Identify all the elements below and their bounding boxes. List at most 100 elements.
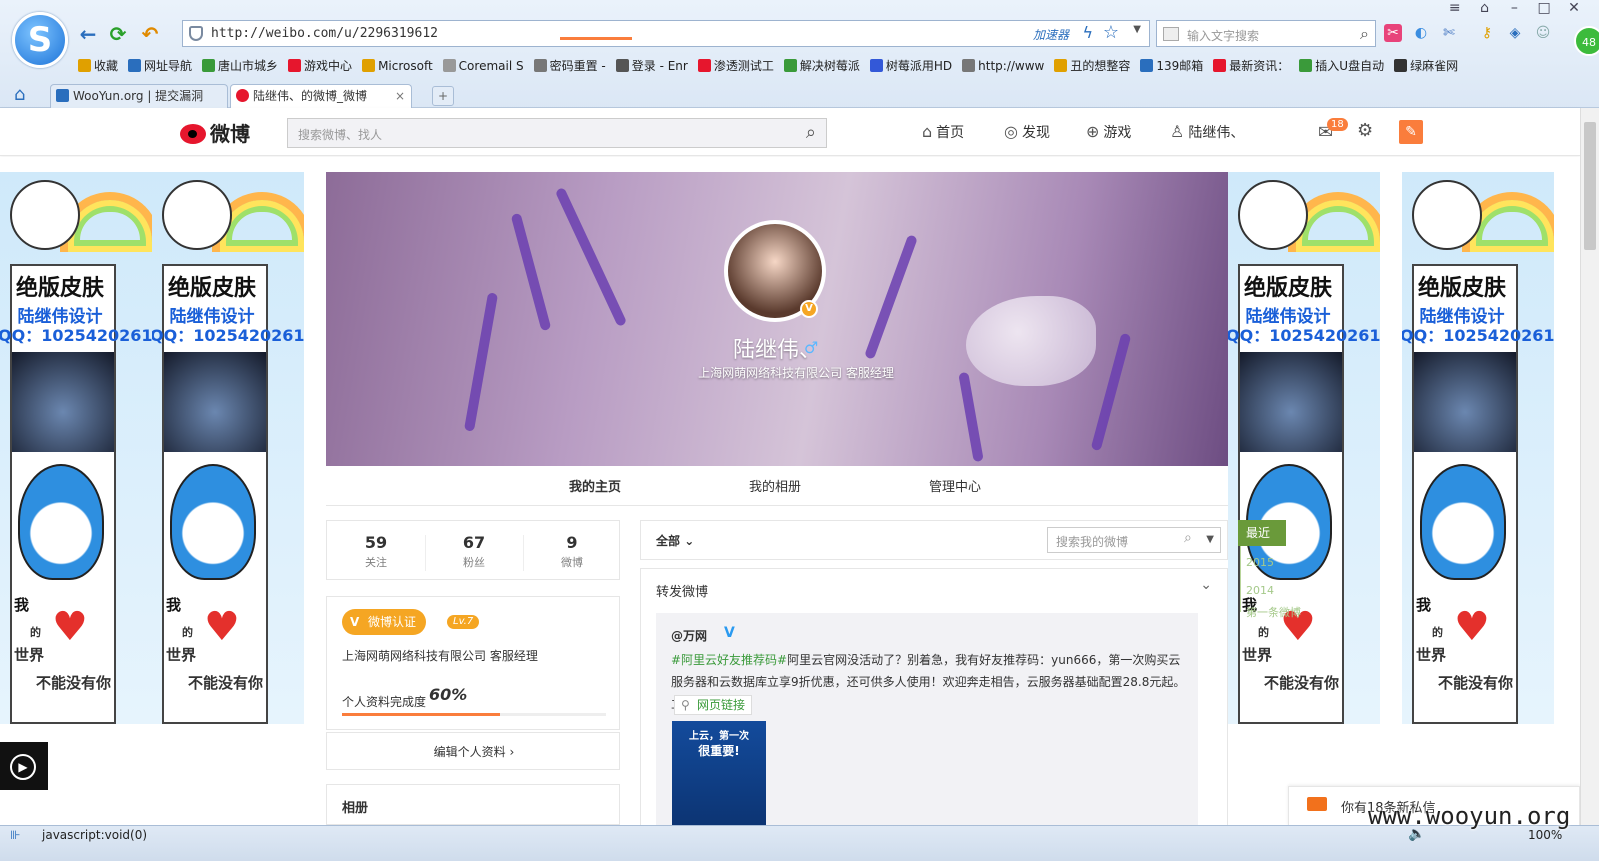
undo-icon[interactable]: ↶ [138, 22, 162, 46]
doraemon-image [170, 464, 256, 580]
compose-button[interactable]: ✎ [1399, 120, 1423, 144]
bookmark-item[interactable]: Coremail S [442, 56, 524, 76]
bookmark-item[interactable]: 解决树莓派 [783, 56, 860, 76]
scroll-thumb[interactable] [1584, 122, 1596, 250]
nav-home[interactable]: ⌂ 首页 [922, 122, 964, 142]
hashtag-link[interactable]: #阿里云好友推荐码# [671, 653, 787, 667]
browser-logo[interactable]: S [12, 12, 68, 68]
feed-search-input[interactable]: 搜索我的微博 ⌕ ▼ [1047, 527, 1221, 553]
bookmark-label: 解决树莓派 [799, 59, 860, 73]
bookmark-item[interactable]: 树莓派用HD [869, 56, 952, 76]
bookmark-item[interactable]: 最新资讯： [1213, 56, 1289, 76]
bookmark-item[interactable]: 密码重置 - [533, 56, 606, 76]
watermark: www.wooyun.org [1368, 802, 1571, 830]
bolt-icon[interactable]: ϟ [1082, 23, 1093, 42]
accelerator-label[interactable]: 加速器 [1033, 26, 1069, 43]
nav-user[interactable]: ♙ 陆继伟、 [1170, 122, 1244, 142]
bookmark-item[interactable]: 丑的想整容 [1054, 56, 1130, 76]
shirt-icon[interactable]: ⌂ [1472, 0, 1498, 16]
star-icon[interactable]: ☆ [1103, 22, 1119, 43]
bookmark-item[interactable]: 绿麻雀网 [1394, 56, 1458, 76]
back-icon[interactable]: ← [76, 22, 100, 46]
nav-discover[interactable]: ◎ 发现 [1004, 122, 1050, 142]
bookmark-item[interactable]: 收藏 [78, 56, 118, 76]
bookmark-icon [533, 59, 547, 72]
stat-followers[interactable]: 67 粉丝 [425, 533, 523, 570]
stat-following[interactable]: 59 关注 [327, 533, 425, 570]
shield-check-icon[interactable]: ◈ [1506, 24, 1524, 42]
tab-close-icon[interactable]: × [395, 85, 405, 107]
key-icon[interactable]: ⚷ [1478, 24, 1496, 42]
tab-label: WooYun.org | 提交漏洞 [73, 89, 204, 103]
bookmark-item[interactable]: 唐山市城乡 [202, 56, 278, 76]
bookmark-item[interactable]: 网址导航 [128, 56, 192, 76]
timeline-2015[interactable]: 2015 [1246, 556, 1274, 569]
quote-user-link[interactable]: @万网 [671, 627, 707, 644]
edit-profile-link[interactable]: 编辑个人资料 › [327, 743, 621, 760]
skin-qq: QQ：1025420261 [1228, 326, 1380, 345]
nav-games[interactable]: ⊕ 游戏 [1086, 122, 1131, 142]
chevron-down-icon[interactable]: ⌄ [1200, 577, 1212, 593]
sidebar-toggle-icon[interactable]: ⊪ [10, 828, 20, 842]
skin-qq: QQ：1025420261 [0, 326, 152, 345]
web-link[interactable]: ⚲ 网页链接 [674, 695, 753, 715]
bookmark-item[interactable]: http://www [962, 56, 1044, 76]
video-thumbnail[interactable]: ▶ [0, 742, 48, 790]
bookmark-item[interactable]: 渗透测试工 [697, 56, 774, 76]
bookmark-item[interactable]: 插入U盘自动 [1299, 56, 1384, 76]
emoji-icon[interactable]: ☺ [1534, 24, 1552, 42]
bookmark-item[interactable]: 登录 - Enr [615, 56, 688, 76]
timeline-2014[interactable]: 2014 [1246, 584, 1274, 597]
new-tab-button[interactable]: + [432, 86, 454, 106]
stat-label: 关注 [365, 556, 387, 569]
filter-all-dropdown[interactable]: 全部 ⌄ [656, 532, 694, 549]
stat-label: 粉丝 [463, 556, 485, 569]
weibo-search-input[interactable]: 搜索微博、找人 ⌕ [287, 118, 827, 148]
cert-badge[interactable]: V 微博认证 [342, 609, 427, 635]
volume-icon[interactable]: 🔈 [1408, 826, 1425, 842]
scissors-icon[interactable]: ✄ [1440, 24, 1458, 42]
minimize-icon[interactable]: – [1501, 0, 1527, 16]
bookmark-item[interactable]: 游戏中心 [288, 56, 352, 76]
timeline-recent[interactable]: 最近 [1238, 520, 1286, 546]
timeline-first-post[interactable]: 第一条微博 [1246, 604, 1301, 620]
scrollbar[interactable] [1580, 108, 1599, 825]
home-icon[interactable]: ⌂ [14, 84, 25, 105]
close-icon[interactable]: ✕ [1561, 0, 1587, 16]
weibo-navbar: 微博 搜索微博、找人 ⌕ ⌂ 首页 ◎ 发现 ⊕ 游戏 ♙ 陆继伟、 ✉ 18 ⚙ ✎ [0, 108, 1580, 156]
pencil-icon: ✎ [1405, 124, 1417, 140]
bookmark-label: 唐山市城乡 [218, 59, 279, 73]
level-badge[interactable]: Lv.7 [447, 615, 480, 629]
quote-image-line1: 上云，第一次 [689, 731, 749, 742]
album-title[interactable]: 相册 [342, 797, 368, 816]
maximize-icon[interactable]: □ [1531, 0, 1557, 16]
search-icon[interactable]: ⌕ [1360, 24, 1369, 44]
tab-my-home[interactable]: 我的主页 [569, 476, 621, 495]
search-icon[interactable]: ⌕ [806, 122, 816, 143]
bookmark-item[interactable]: 139邮箱 [1140, 56, 1203, 76]
couple-photo [164, 352, 266, 452]
tab-my-album[interactable]: 我的相册 [749, 476, 801, 495]
address-url[interactable]: http://weibo.com/u/2296319612 [211, 26, 438, 41]
notification-badge[interactable]: 48 [1574, 26, 1599, 56]
screenshot-icon[interactable]: ✂ [1384, 24, 1402, 42]
chevron-down-icon[interactable]: ▼ [1133, 24, 1141, 35]
weibo-logo[interactable]: 微博 [180, 118, 250, 147]
browser-search[interactable]: 输入文字搜索 ⌕ [1156, 20, 1376, 47]
tab-weibo[interactable]: 陆继伟、的微博_微博 × [230, 84, 412, 108]
skin-text-world: 世界 [166, 646, 197, 664]
quote-image[interactable]: 上云，第一次 很重要! [672, 721, 766, 827]
chevron-down-icon[interactable]: ▼ [1206, 534, 1214, 545]
chevron-down-icon: ⌄ [684, 534, 695, 548]
stat-posts[interactable]: 9 微博 [523, 533, 621, 570]
zoom-level[interactable]: 100% [1528, 828, 1562, 842]
menu-icon[interactable]: ≡ [1442, 0, 1468, 16]
translate-icon[interactable]: ◐ [1412, 24, 1430, 42]
address-bar[interactable]: http://weibo.com/u/2296319612 加速器 ϟ ☆ ▼ [182, 20, 1150, 47]
refresh-icon[interactable]: ⟳ [106, 22, 130, 46]
gear-icon[interactable]: ⚙ [1357, 120, 1373, 141]
search-icon[interactable]: ⌕ [1184, 530, 1192, 546]
tab-wooyun[interactable]: WooYun.org | 提交漏洞 [50, 84, 228, 108]
tab-management[interactable]: 管理中心 [929, 476, 981, 495]
bookmark-item[interactable]: Microsoft [362, 56, 433, 76]
